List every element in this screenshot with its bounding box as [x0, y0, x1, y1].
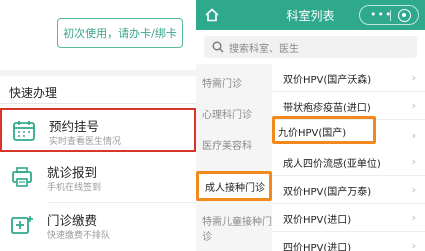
screen: 初次使用，请办卡/绑卡 快速办理 预约挂号 实时查看医生情况 就诊报到 手机在线… — [0, 0, 425, 251]
target-icon[interactable] — [398, 9, 411, 22]
department-item[interactable]: 医疗美容科 — [196, 129, 272, 159]
vaccine-label: 带状疱疹疫苗(进口) — [283, 103, 371, 114]
department-item-active[interactable]: 成人接种门诊 — [196, 171, 272, 201]
vaccine-item[interactable]: 双价HPV(国产万泰) › — [272, 176, 425, 204]
vaccine-item-highlighted[interactable]: 九价HPV(国产) — [272, 116, 376, 144]
top-card: 初次使用，请办卡/绑卡 — [0, 0, 196, 70]
payment-title: 门诊缴费 — [47, 213, 98, 228]
checkin-title: 就诊报到 — [47, 165, 98, 180]
department-item[interactable]: 特需门诊 — [196, 67, 272, 97]
vaccine-label: 四价HPV(进口) — [283, 243, 352, 251]
mini-program-capsule: ••• — [359, 5, 419, 25]
divider — [390, 10, 391, 21]
vaccine-label: 成人四价流感(亚单位) — [283, 159, 381, 170]
vaccine-list: 双价HPV(国产沃森) › 带状疱疹疫苗(进口) › › 九价HPV(国产) 成… — [272, 64, 425, 251]
search-icon — [212, 41, 224, 53]
vaccine-item[interactable]: 双价HPV(进口) › — [272, 204, 425, 232]
appointment-title: 预约挂号 — [49, 119, 100, 134]
checkin-subtitle: 手机在线签到 — [47, 183, 102, 193]
quick-actions-title: 快速办理 — [9, 86, 58, 100]
search-input[interactable]: 搜索科室、医生 — [204, 36, 417, 58]
payment-subtitle: 快速缴费不排队 — [47, 231, 111, 241]
appointment-item[interactable]: 预约挂号 实时查看医生情况 — [0, 108, 196, 152]
checkin-item[interactable]: 就诊报到 手机在线签到 — [0, 156, 196, 200]
vaccine-item[interactable]: 双价HPV(国产沃森) › — [272, 64, 425, 92]
vaccine-item[interactable]: 成人四价流感(亚单位) › — [272, 148, 425, 176]
left-panel: 初次使用，请办卡/绑卡 快速办理 预约挂号 实时查看医生情况 就诊报到 手机在线… — [0, 0, 196, 251]
divider — [0, 103, 196, 104]
chevron-right-icon: › — [411, 239, 416, 251]
quick-actions: 快速办理 预约挂号 实时查看医生情况 就诊报到 手机在线签到 门诊缴费 快速缴费… — [0, 76, 196, 251]
department-item[interactable]: 特需儿童接种门诊 — [196, 209, 272, 245]
vaccine-item[interactable]: 四价HPV(进口) › — [272, 232, 425, 251]
divider — [47, 202, 196, 203]
department-list: 特需门诊 心理科门诊 医疗美容科 护理门诊 成人接种门诊 特需儿童接种门诊 — [196, 64, 272, 251]
right-panel: 科室列表 ••• 搜索科室、医生 特需门诊 心理科门诊 医疗美容科 护理门诊 成… — [196, 0, 425, 251]
vaccine-label: 双价HPV(国产万泰) — [283, 187, 372, 198]
vaccine-label: 双价HPV(进口) — [283, 215, 352, 226]
chevron-right-icon: › — [411, 155, 416, 168]
chevron-right-icon: › — [411, 129, 416, 142]
vaccine-label: 九价HPV(国产) — [278, 128, 347, 139]
search-bar: 搜索科室、医生 — [196, 30, 425, 64]
chevron-right-icon: › — [411, 183, 416, 196]
chevron-right-icon: › — [411, 71, 416, 84]
payment-item[interactable]: 门诊缴费 快速缴费不排队 — [0, 204, 196, 248]
first-use-card-button[interactable]: 初次使用，请办卡/绑卡 — [57, 18, 183, 48]
chevron-right-icon: › — [411, 99, 416, 112]
printer-icon — [12, 167, 32, 187]
vaccine-label: 双价HPV(国产沃森) — [283, 75, 372, 86]
department-item[interactable]: 心理科门诊 — [196, 98, 272, 128]
appointment-subtitle: 实时查看医生情况 — [49, 137, 122, 147]
calendar-icon — [13, 121, 35, 141]
payment-add-icon — [11, 216, 33, 234]
search-placeholder: 搜索科室、医生 — [229, 43, 299, 55]
nav-header: 科室列表 ••• — [196, 0, 425, 30]
chevron-right-icon: › — [411, 211, 416, 224]
